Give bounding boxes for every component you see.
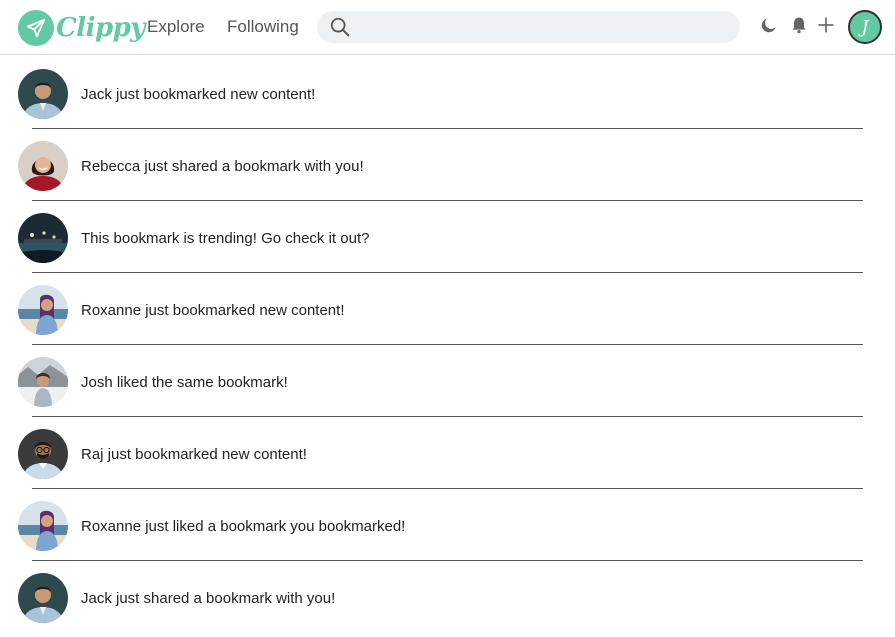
- bell-icon: [789, 15, 809, 40]
- notification-text: Rebecca just shared a bookmark with you!: [81, 158, 364, 175]
- avatar: [18, 213, 68, 263]
- nav-following-link[interactable]: Following: [227, 17, 299, 37]
- search-icon: [329, 16, 351, 38]
- avatar: [18, 69, 68, 119]
- avatar: [18, 573, 68, 623]
- paper-plane-icon: [18, 10, 54, 46]
- moon-icon: [759, 15, 779, 40]
- notification-item[interactable]: Roxanne just bookmarked new content!: [0, 273, 895, 345]
- notification-text: Roxanne just bookmarked new content!: [81, 302, 345, 319]
- notification-feed: Jack just bookmarked new content! Rebecc…: [0, 57, 895, 633]
- notification-item[interactable]: This bookmark is trending! Go check it o…: [0, 201, 895, 273]
- notification-item[interactable]: Jack just bookmarked new content!: [0, 57, 895, 129]
- notification-text: Josh liked the same bookmark!: [81, 374, 288, 391]
- search-bar[interactable]: [317, 11, 740, 43]
- notification-item[interactable]: Roxanne just liked a bookmark you bookma…: [0, 489, 895, 561]
- logo-wordmark: Clippy: [56, 13, 145, 43]
- avatar: [18, 285, 68, 335]
- create-button[interactable]: [815, 16, 837, 38]
- user-avatar-button[interactable]: J: [848, 10, 882, 44]
- top-navigation-bar: Clippy Explore Following J: [0, 0, 895, 55]
- notifications-button[interactable]: [788, 16, 810, 38]
- notification-text: Roxanne just liked a bookmark you bookma…: [81, 518, 406, 535]
- notification-text: Jack just bookmarked new content!: [81, 86, 316, 103]
- notification-item[interactable]: Jack just shared a bookmark with you!: [0, 561, 895, 633]
- avatar: [18, 141, 68, 191]
- avatar: [18, 429, 68, 479]
- notification-item[interactable]: Raj just bookmarked new content!: [0, 417, 895, 489]
- clippy-logo[interactable]: Clippy: [18, 10, 145, 46]
- nav-explore-link[interactable]: Explore: [147, 17, 205, 37]
- search-input[interactable]: [361, 11, 731, 43]
- notification-item[interactable]: Josh liked the same bookmark!: [0, 345, 895, 417]
- avatar: [18, 357, 68, 407]
- dark-mode-toggle[interactable]: [758, 16, 780, 38]
- notification-item[interactable]: Rebecca just shared a bookmark with you!: [0, 129, 895, 201]
- avatar: [18, 501, 68, 551]
- notification-text: This bookmark is trending! Go check it o…: [81, 230, 370, 247]
- notification-text: Jack just shared a bookmark with you!: [81, 590, 336, 607]
- notification-text: Raj just bookmarked new content!: [81, 446, 307, 463]
- plus-icon: [816, 15, 836, 40]
